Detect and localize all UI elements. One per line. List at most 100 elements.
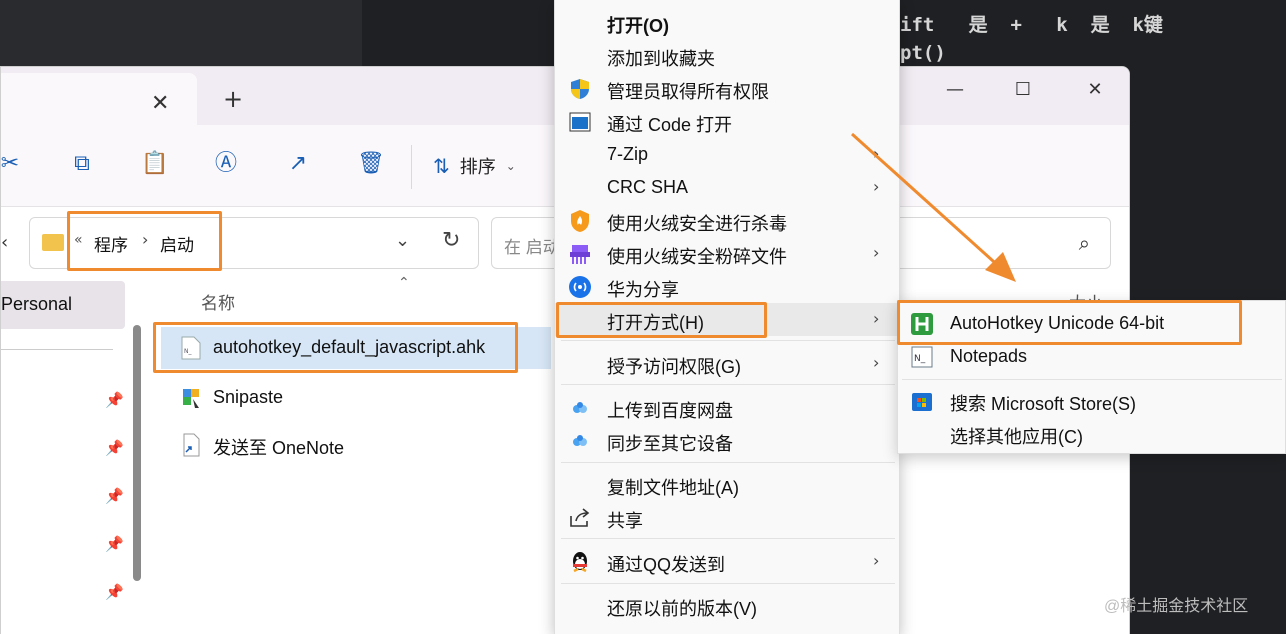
huawei-share-icon [569,276,591,298]
tab-startup[interactable]: ✕ [1,73,197,125]
menu-item-label: 复制文件地址(A) [607,478,739,498]
file-row[interactable]: N_ autohotkey_default_javascript.ahk [161,327,551,369]
submenu-item-label: AutoHotkey Unicode 64-bit [950,313,1165,333]
menu-item-open-with[interactable]: 打开方式(H) › [555,303,901,336]
menu-item-copy-path[interactable]: 复制文件地址(A) [555,468,901,501]
menu-item-label: 还原以前的版本(V) [607,599,757,619]
navigation-pane: Personal 📌 📌 📌 📌 📌 [1,279,151,634]
autohotkey-icon [911,313,933,335]
maximize-button[interactable]: ☐ [1003,75,1043,105]
chevron-down-icon[interactable]: ⌄ [395,230,410,251]
folder-icon [42,234,64,251]
submenu-separator [902,379,1282,380]
chevron-right-icon: › [873,551,880,570]
editor-panel [0,0,362,70]
menu-separator [561,340,895,341]
menu-item-crc-sha[interactable]: CRC SHA › [555,171,901,204]
share-icon [570,508,590,527]
shortcut-file-icon [183,433,200,457]
ahk-file-icon: N_ [181,336,201,360]
chevron-down-icon: ⌄ [505,159,516,173]
breadcrumb-programs[interactable]: 程序 [94,231,128,256]
menu-item-label: 管理员取得所有权限 [607,82,769,102]
menu-item-open[interactable]: 打开(O) [555,6,901,39]
menu-item-label: 通过QQ发送到 [607,555,726,575]
sort-icon: ⇅ [433,155,450,178]
chevron-right-icon: › [873,309,880,328]
delete-icon[interactable]: 🗑 [357,151,385,177]
paste-icon[interactable]: 📋 [141,151,168,177]
minimize-button[interactable]: — [935,75,975,105]
menu-separator [561,384,895,385]
menu-item-label: 打开方式(H) [607,313,704,333]
breadcrumb-startup[interactable]: 启动 [160,231,194,256]
menu-item-baidu-upload[interactable]: 上传到百度网盘 [555,391,901,424]
open-with-submenu: AutoHotkey Unicode 64-bit N_ Notepads 搜索… [897,300,1286,454]
menu-item-take-ownership[interactable]: 管理员取得所有权限 [555,72,901,105]
menu-item-huorong-scan[interactable]: 使用火绒安全进行杀毒 [555,204,901,237]
svg-text:N_: N_ [184,348,192,355]
pin-icon: 📌 [105,439,124,457]
file-name: autohotkey_default_javascript.ahk [213,337,486,357]
sidebar-scrollbar[interactable] [133,325,141,581]
column-header-name[interactable]: 名称 [201,289,235,314]
submenu-item-label: Notepads [950,346,1028,366]
context-menu: 打开(O) 添加到收藏夹 管理员取得所有权限 通过 Code 打开 7-Zip … [554,0,901,634]
submenu-item-choose-app[interactable]: 选择其他应用(C) [898,417,1286,451]
pin-icon: 📌 [105,487,124,505]
sidebar-item-label: Personal [1,294,73,314]
menu-item-label: 使用火绒安全进行杀毒 [607,214,787,234]
menu-item-7zip[interactable]: 7-Zip › [555,138,901,171]
svg-text:N_: N_ [914,354,926,364]
menu-item-grant-access[interactable]: 授予访问权限(G) › [555,347,901,380]
code-line: pt() [900,42,946,64]
menu-item-baidu-sync[interactable]: 同步至其它设备 [555,424,901,457]
menu-separator [561,538,895,539]
menu-item-open-with-code[interactable]: 通过 Code 打开 [555,105,901,138]
menu-item-send-via-qq[interactable]: 通过QQ发送到 › [555,545,901,578]
rename-icon[interactable]: Ⓐ [213,151,239,177]
address-bar[interactable]: « 程序 › 启动 ⌄ ↻ [29,217,479,269]
menu-separator [561,462,895,463]
submenu-item-notepads[interactable]: N_ Notepads [898,340,1286,374]
submenu-item-label: 选择其他应用(C) [950,427,1083,447]
breadcrumb-separator: › [142,230,149,249]
share-icon[interactable]: ↗ [285,151,311,177]
refresh-icon[interactable]: ↻ [442,228,460,253]
tab-close-button[interactable]: ✕ [151,91,169,116]
menu-item-label: CRC SHA [607,177,689,197]
nav-up-chevron-icon[interactable]: ‹ [1,232,8,253]
search-icon[interactable]: ⌕ [1079,231,1090,255]
cut-icon[interactable]: ✂ [1,151,23,177]
copy-icon[interactable]: ⧉ [69,151,95,177]
submenu-item-autohotkey[interactable]: AutoHotkey Unicode 64-bit [898,307,1286,341]
snipaste-icon [183,389,199,408]
menu-item-add-favorites[interactable]: 添加到收藏夹 [555,39,901,72]
sort-label: 排序 [459,157,496,177]
chevron-right-icon: › [873,243,880,262]
file-name: 发送至 OneNote [213,438,345,458]
store-icon [912,393,932,411]
baidu-icon [573,435,587,446]
menu-item-restore-versions[interactable]: 还原以前的版本(V) [555,589,901,622]
baidu-icon [573,402,587,413]
sort-button[interactable]: ⇅ 排序 ⌄ [433,153,516,179]
submenu-item-ms-store[interactable]: 搜索 Microsoft Store(S) [898,384,1286,418]
menu-item-label: 添加到收藏夹 [607,49,715,69]
file-row[interactable]: 发送至 OneNote [161,424,551,466]
menu-item-label: 7-Zip [607,144,649,164]
vscode-icon [569,112,591,132]
new-tab-button[interactable]: + [223,85,243,113]
menu-item-huorong-shred[interactable]: 使用火绒安全粉碎文件 › [555,237,901,270]
search-placeholder: 在 启动 [504,238,560,257]
sidebar-item-personal[interactable]: Personal [1,281,125,329]
menu-item-huawei-share[interactable]: 华为分享 [555,270,901,303]
pin-icon: 📌 [105,535,124,553]
file-row[interactable]: Snipaste [161,377,551,419]
close-button[interactable]: ✕ [1075,75,1115,105]
menu-item-share[interactable]: 共享 [555,501,901,534]
shield-icon [571,79,589,99]
menu-item-label: 授予访问权限(G) [607,357,741,377]
breadcrumb-overflow[interactable]: « [74,232,83,248]
submenu-item-label: 搜索 Microsoft Store(S) [950,394,1137,414]
